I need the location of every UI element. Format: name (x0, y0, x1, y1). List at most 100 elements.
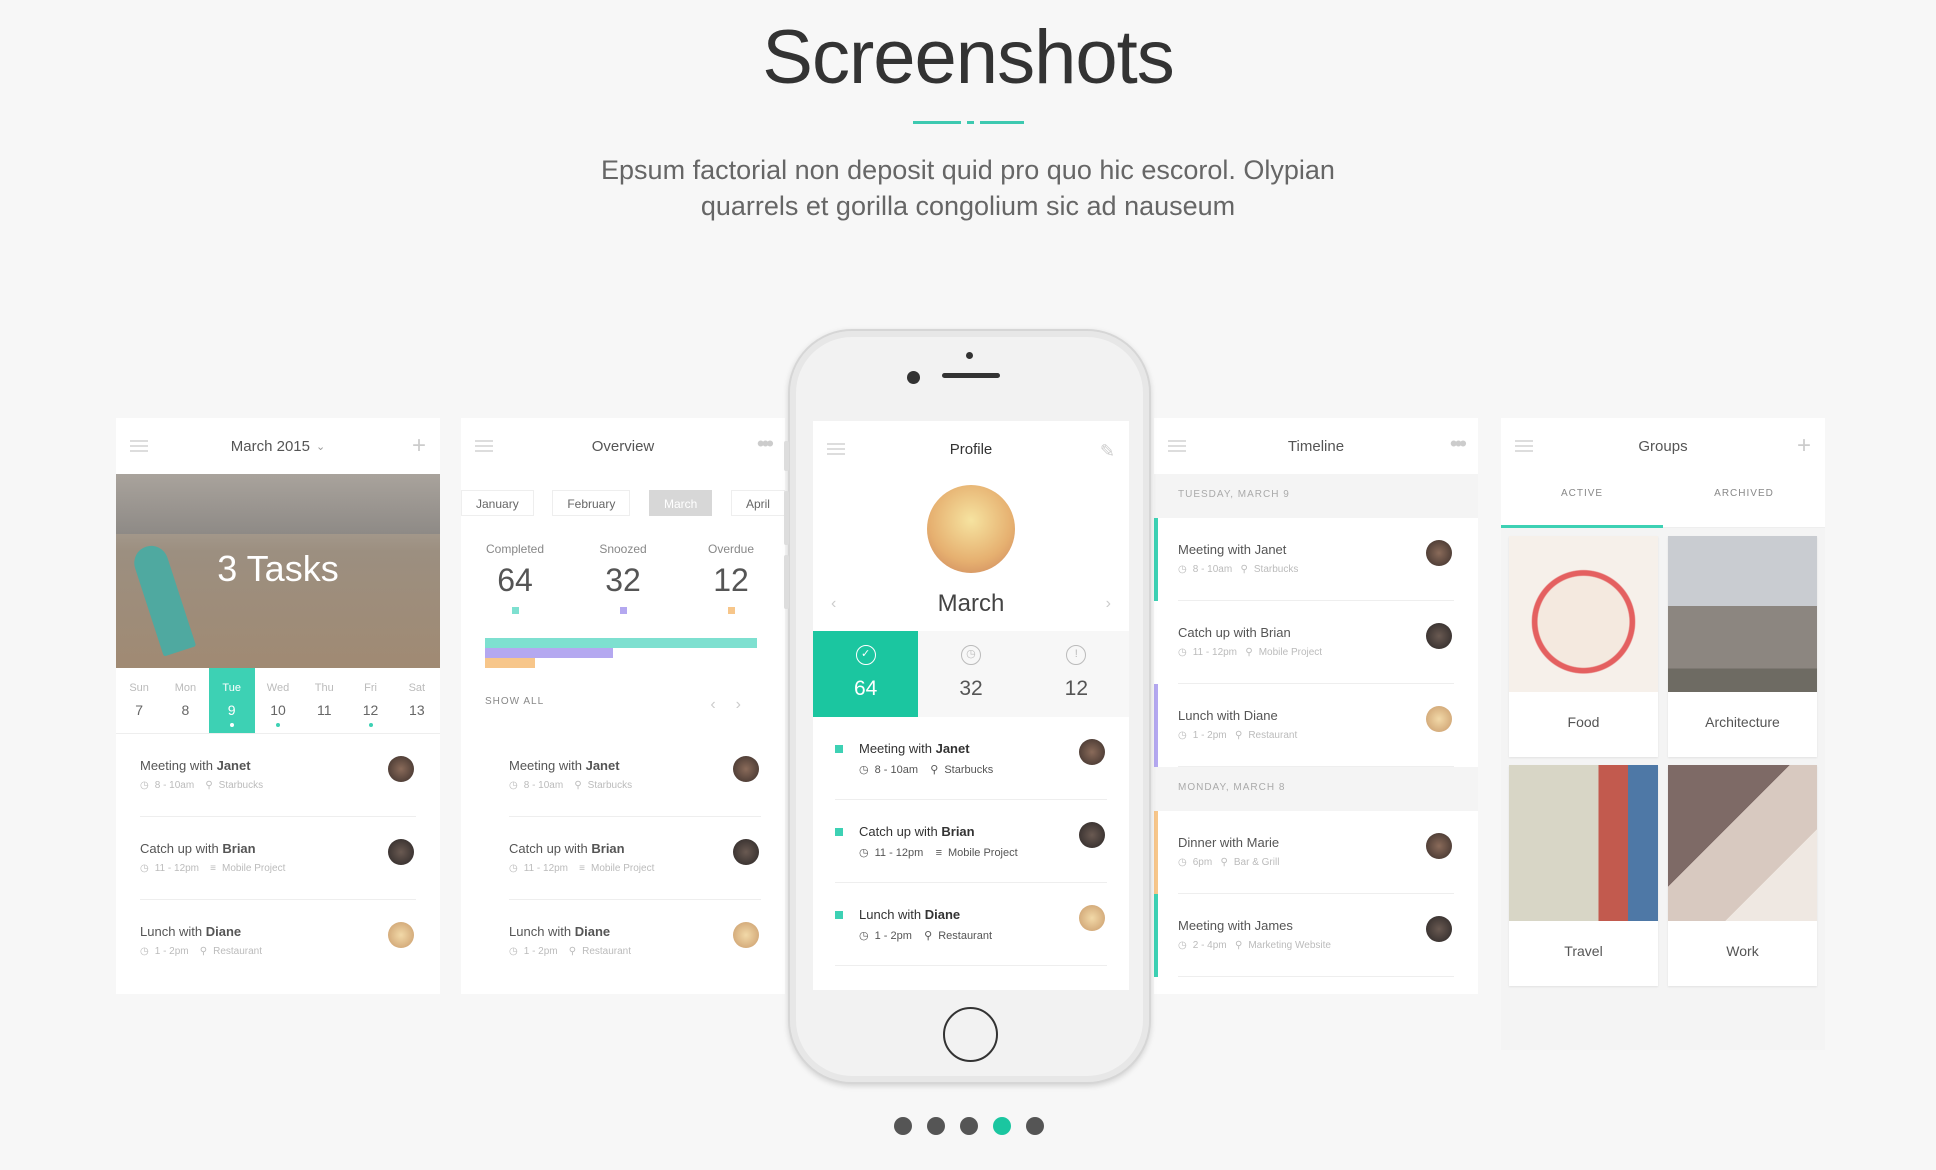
event-meta: ◷ 11 - 12pm ≡ Mobile Project (140, 863, 285, 874)
menu-icon[interactable] (1515, 440, 1533, 452)
group-card-food[interactable]: Food (1509, 536, 1658, 757)
chevron-left-icon[interactable]: ‹ (831, 595, 836, 613)
tab-january[interactable]: January (461, 490, 534, 516)
calendar-month-title[interactable]: March 2015 (231, 438, 310, 455)
phone-mockup: Profile ✎ ‹ March › ✓ 64 ◷ 32 ! 12 Meeting … (784, 329, 1151, 1084)
list-icon: ≡ (579, 863, 585, 874)
event-place: Restaurant (582, 946, 632, 957)
section-subtitle: Epsum factorial non deposit quid pro quo… (601, 155, 1335, 221)
home-button[interactable] (943, 1007, 998, 1062)
day-sun[interactable]: Sun 7 (116, 668, 162, 733)
timeline-event[interactable]: Lunch with Diane ◷ 1 - 2pm ⚲ Restaurant (1154, 684, 1478, 767)
event-time: 1 - 2pm (1192, 730, 1227, 741)
overview-title: Overview (591, 437, 655, 455)
tab-april[interactable]: April (730, 490, 785, 516)
event-item[interactable]: Meeting with Janet ◷ 8 - 10am ⚲ Starbucks (835, 717, 1107, 800)
event-item[interactable]: Catch up with Brian ◷ 11 - 12pm ≡ Mobile Pr… (835, 800, 1107, 883)
event-item[interactable]: Lunch with Diane ◷ 1 - 2pm ⚲ Restaurant (835, 883, 1107, 966)
day-number: 7 (135, 702, 144, 718)
menu-icon[interactable] (130, 440, 148, 452)
event-meta: ◷ 11 - 12pm ≡ Mobile Project (859, 846, 1018, 859)
day-mon[interactable]: Mon 8 (162, 668, 208, 733)
clock-icon: ◷ (509, 780, 518, 791)
show-all-link[interactable]: SHOW ALL (485, 696, 544, 724)
pager-dot-2[interactable] (927, 1117, 945, 1135)
stat-snoozed[interactable]: ◷ 32 (918, 631, 1023, 717)
add-icon[interactable]: + (1797, 434, 1811, 458)
clock-icon: ◷ (1178, 940, 1187, 951)
day-tue[interactable]: Tue 9 (208, 668, 255, 733)
timeline-event[interactable]: Catch up with Brian ◷ 11 - 12pm ⚲ Mobile Pr… (1154, 601, 1478, 684)
event-person: Janet (216, 758, 251, 773)
menu-icon[interactable] (827, 443, 845, 455)
pager-dot-1[interactable] (894, 1117, 912, 1135)
timeline-event[interactable]: Meeting with James ◷ 2 - 4pm ⚲ Marketing We… (1154, 894, 1478, 977)
more-icon[interactable]: ••• (1450, 433, 1467, 455)
timeline-event-body: Dinner with Marie ◷ 6pm ⚲ Bar & Grill (1178, 811, 1454, 894)
event-time: 1 - 2pm (523, 946, 558, 957)
month-tabs: January February March April (461, 474, 785, 528)
day-thu[interactable]: Thu 11 (301, 668, 347, 733)
chevron-down-icon[interactable]: ⌄ (316, 440, 325, 453)
group-card-architecture[interactable]: Architecture (1668, 536, 1817, 757)
edit-icon[interactable]: ✎ (1100, 439, 1115, 463)
timeline-event[interactable]: Meeting with Janet ◷ 8 - 10am ⚲ Starbucks (1154, 518, 1478, 601)
event-person: Janet (585, 758, 620, 773)
pin-icon: ⚲ (574, 780, 582, 791)
pager-dot-3[interactable] (960, 1117, 978, 1135)
event-item[interactable]: Lunch with Diane ◷ 1 - 2pm ⚲ Restaurant (509, 900, 761, 983)
groups-header: Groups + (1501, 418, 1825, 474)
stat-completed[interactable]: ✓ 64 (813, 631, 919, 717)
pin-icon: ⚲ (205, 780, 213, 791)
add-icon[interactable]: + (412, 434, 426, 458)
timeline-event-body: Meeting with James ◷ 2 - 4pm ⚲ Marketing We… (1178, 894, 1454, 977)
event-place: Restaurant (1248, 730, 1298, 741)
event-item[interactable]: Meeting with Janet ◷ 8 - 10am ⚲ Starbucks (509, 734, 761, 817)
event-person: Brian (941, 824, 975, 839)
day-sat[interactable]: Sat 13 (394, 668, 440, 733)
event-title: Catch up with Brian (1178, 625, 1291, 640)
list-icon: ≡ (210, 863, 216, 874)
event-place: Mobile Project (222, 863, 286, 874)
day-fri[interactable]: Fri 12 (347, 668, 393, 733)
menu-icon[interactable] (475, 440, 493, 452)
timeline-screen: Timeline ••• TUESDAY, MARCH 9 Meeting wit… (1154, 418, 1478, 994)
stat-overdue[interactable]: ! 12 (1024, 631, 1129, 717)
event-item[interactable]: Meeting with Janet ◷ 8 - 10am ⚲ Starbucks (140, 734, 416, 817)
menu-icon[interactable] (1168, 440, 1186, 452)
clock-icon: ◷ (509, 946, 518, 957)
timeline-event[interactable]: Dinner with Marie ◷ 6pm ⚲ Bar & Grill (1154, 811, 1478, 894)
pin-icon: ⚲ (1234, 730, 1243, 741)
group-card-travel[interactable]: Travel (1509, 765, 1658, 986)
event-place: Starbucks (1253, 564, 1299, 575)
tab-february[interactable]: February (552, 490, 631, 516)
event-meta: ◷ 1 - 2pm ⚲ Restaurant (1178, 730, 1297, 741)
pager-dot-4[interactable] (993, 1117, 1011, 1135)
event-time: 2 - 4pm (1192, 940, 1227, 951)
screenshots-section: Screenshots Epsum factorial non deposit … (0, 0, 1936, 1170)
pager-dot-5[interactable] (1026, 1117, 1044, 1135)
more-icon[interactable]: ••• (757, 433, 774, 455)
day-wed[interactable]: Wed 10 (255, 668, 301, 733)
groups-screen: Groups + ACTIVE ARCHIVED Food Architectu… (1501, 418, 1825, 1050)
event-title: Catch up with Brian (140, 841, 256, 856)
event-time: 11 - 12pm (523, 863, 569, 874)
event-title: Lunch with Diane (859, 907, 961, 922)
avatar (388, 756, 414, 782)
event-item[interactable]: Catch up with Brian ◷ 11 - 12pm ≡ Mobile Pr… (509, 817, 761, 900)
day-number: 13 (409, 702, 425, 718)
clock-icon: ◷ (1178, 730, 1187, 741)
chevron-right-icon[interactable]: › (1106, 595, 1111, 613)
tab-march[interactable]: March (648, 490, 713, 516)
profile-header: Profile ✎ (813, 421, 1129, 477)
phone-camera (907, 371, 920, 384)
group-card-work[interactable]: Work (1668, 765, 1817, 986)
tab-archived[interactable]: ARCHIVED (1663, 474, 1825, 528)
week-strip: Sun 7 Mon 8 Tue 9 Wed 10 Thu 11 Fri 12 Sat 13 (116, 668, 440, 734)
pager-arrows-icon[interactable]: ‹› (710, 696, 761, 724)
avatar (1426, 916, 1452, 942)
event-item[interactable]: Catch up with Brian ◷ 11 - 12pm ≡ Mobile Pr… (140, 817, 416, 900)
event-item[interactable]: Lunch with Diane ◷ 1 - 2pm ⚲ Restaurant (140, 900, 416, 983)
event-dot (368, 723, 373, 727)
tab-active[interactable]: ACTIVE (1501, 474, 1663, 528)
